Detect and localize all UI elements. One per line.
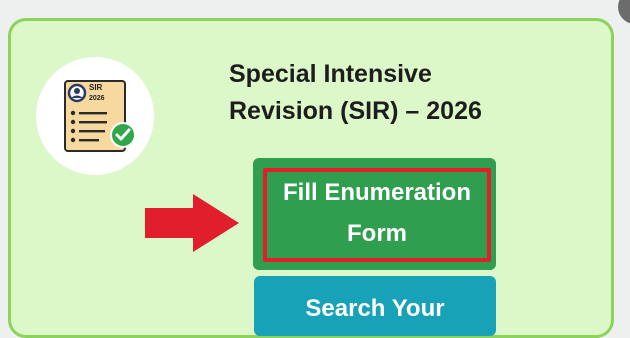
- fill-label-line-2: Form: [347, 220, 407, 247]
- icon-badge-year: 2026: [89, 95, 105, 102]
- corner-avatar[interactable]: [618, 0, 630, 24]
- search-your-button[interactable]: Search Your: [254, 276, 496, 336]
- fill-enumeration-form-label: Fill Enumeration Form: [263, 172, 491, 254]
- sir-icon-container: SIR 2026: [36, 57, 154, 175]
- icon-badge-sir: SIR: [89, 83, 103, 92]
- fill-enumeration-form-button[interactable]: Fill Enumeration Form: [253, 158, 496, 270]
- title-line-1: Special Intensive: [229, 60, 432, 88]
- page-title: Special Intensive Revision (SIR) – 2026: [229, 56, 529, 130]
- red-arrow-right-icon: [145, 194, 239, 252]
- sir-form-checklist-icon: SIR 2026: [64, 80, 136, 152]
- search-your-label: Search Your: [305, 295, 445, 322]
- title-line-2: Revision (SIR) – 2026: [229, 97, 482, 125]
- fill-label-line-1: Fill Enumeration: [282, 179, 471, 206]
